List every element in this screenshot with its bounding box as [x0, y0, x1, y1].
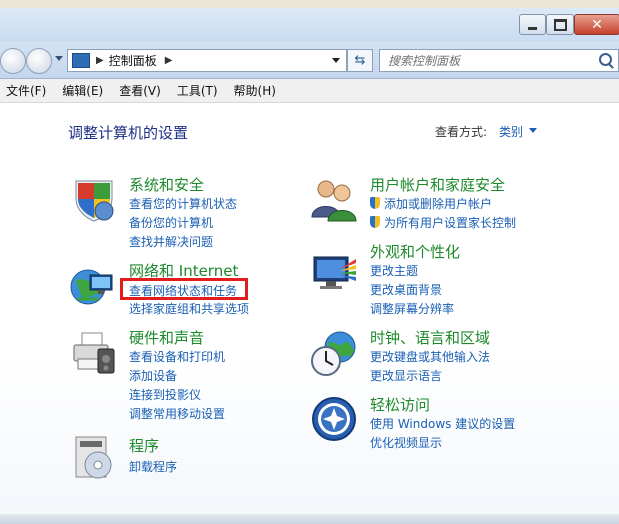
search-input[interactable]	[380, 50, 593, 71]
clock-globe-icon[interactable]	[310, 329, 358, 377]
link-add-remove-accounts[interactable]: 添加或删除用户帐户	[370, 195, 492, 212]
breadcrumb-arrow-icon[interactable]: ▶	[96, 55, 104, 66]
minimize-icon	[528, 26, 537, 30]
link-devices-printers[interactable]: 查看设备和打印机	[129, 348, 225, 365]
recent-pages-dropdown[interactable]	[55, 56, 63, 61]
link-recommended-settings[interactable]: 使用 Windows 建议的设置	[370, 415, 515, 432]
link-change-display-language[interactable]: 更改显示语言	[370, 367, 442, 384]
user-accounts-icon[interactable]	[310, 175, 358, 223]
breadcrumb-control-panel[interactable]: 控制面板	[109, 52, 157, 69]
link-change-theme[interactable]: 更改主题	[370, 262, 418, 279]
view-by-select[interactable]: 类别	[499, 123, 523, 140]
page-title: 调整计算机的设置	[68, 124, 189, 142]
link-troubleshoot[interactable]: 查找并解决问题	[129, 233, 213, 250]
link-backup-computer[interactable]: 备份您的计算机	[129, 214, 213, 231]
ease-of-access-icon[interactable]	[310, 395, 358, 443]
chevron-down-icon[interactable]	[529, 128, 537, 133]
view-by-label: 查看方式:	[435, 125, 488, 139]
menu-view[interactable]: 查看(V)	[113, 82, 167, 99]
link-add-device[interactable]: 添加设备	[129, 367, 177, 384]
close-icon: ✕	[591, 16, 603, 33]
link-uninstall-program[interactable]: 卸载程序	[129, 458, 177, 475]
maximize-button[interactable]	[546, 14, 574, 35]
category-appearance[interactable]: 外观和个性化	[370, 241, 460, 262]
close-button[interactable]: ✕	[574, 14, 619, 35]
taskbar-bottom-strip	[0, 514, 619, 524]
link-change-desktop-background[interactable]: 更改桌面背景	[370, 281, 442, 298]
network-globe-icon[interactable]	[68, 261, 116, 309]
appearance-monitor-icon[interactable]	[310, 249, 358, 297]
menu-bar: 文件(F) 编辑(E) 查看(V) 工具(T) 帮助(H)	[0, 79, 619, 103]
highlight-annotation	[120, 278, 248, 300]
breadcrumb-arrow-icon[interactable]: ▶	[165, 55, 173, 66]
forward-button[interactable]	[26, 48, 52, 74]
address-dropdown-icon[interactable]	[332, 58, 340, 63]
link-mobility-settings[interactable]: 调整常用移动设置	[129, 405, 225, 422]
link-optimize-visual-display[interactable]: 优化视频显示	[370, 434, 442, 451]
menu-edit[interactable]: 编辑(E)	[56, 82, 109, 99]
link-adjust-resolution[interactable]: 调整屏幕分辨率	[370, 300, 454, 317]
back-button[interactable]	[0, 48, 26, 74]
menu-tools[interactable]: 工具(T)	[171, 82, 224, 99]
navigation-bar: ▶ 控制面板 ▶ ⇆	[0, 42, 619, 79]
maximize-icon	[553, 18, 567, 31]
link-view-computer-status[interactable]: 查看您的计算机状态	[129, 195, 237, 212]
link-parental-controls-label[interactable]: 为所有用户设置家长控制	[384, 216, 516, 230]
link-connect-projector[interactable]: 连接到投影仪	[129, 386, 201, 403]
link-add-remove-accounts-label[interactable]: 添加或删除用户帐户	[384, 197, 492, 211]
address-bar[interactable]: ▶ 控制面板 ▶	[67, 49, 347, 72]
category-programs[interactable]: 程序	[129, 435, 159, 456]
menu-file[interactable]: 文件(F)	[0, 82, 52, 99]
category-clock-language-region[interactable]: 时钟、语言和区域	[370, 327, 490, 348]
category-ease-of-access[interactable]: 轻松访问	[370, 394, 430, 415]
programs-disc-icon[interactable]	[70, 433, 118, 481]
system-security-shield-icon[interactable]	[70, 175, 118, 223]
link-homegroup-sharing[interactable]: 选择家庭组和共享选项	[129, 300, 249, 317]
hardware-printer-icon[interactable]	[70, 329, 118, 377]
category-system-security[interactable]: 系统和安全	[129, 174, 204, 195]
link-parental-controls[interactable]: 为所有用户设置家长控制	[370, 214, 516, 231]
title-bar: ✕	[0, 8, 619, 42]
uac-shield-icon	[370, 216, 380, 228]
refresh-icon: ⇆	[354, 53, 366, 68]
menu-help[interactable]: 帮助(H)	[228, 82, 282, 99]
uac-shield-icon	[370, 197, 380, 209]
minimize-button[interactable]	[519, 14, 546, 35]
category-user-accounts[interactable]: 用户帐户和家庭安全	[370, 174, 505, 195]
search-box[interactable]	[379, 49, 619, 72]
refresh-button[interactable]: ⇆	[347, 49, 373, 72]
control-panel-icon	[72, 53, 90, 68]
link-change-keyboard-input[interactable]: 更改键盘或其他输入法	[370, 348, 490, 365]
content-area: 调整计算机的设置 查看方式: 类别 系统和安全 查看您的计算机状态 备份您的计算…	[0, 103, 619, 524]
category-hardware-sound[interactable]: 硬件和声音	[129, 327, 204, 348]
search-icon[interactable]	[599, 53, 612, 66]
